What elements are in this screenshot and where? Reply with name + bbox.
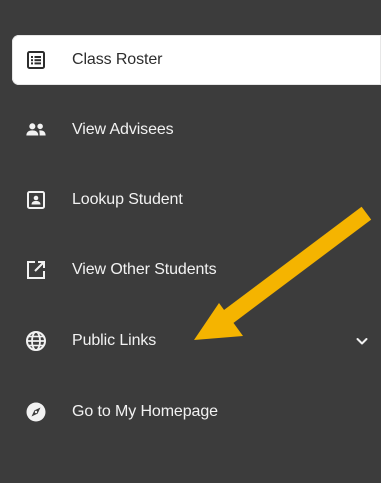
nav-item-label: View Advisees [72,121,174,138]
nav-item-label: Lookup Student [72,191,183,208]
people-icon [25,119,47,141]
id-card-icon [25,189,47,211]
nav-item-public-links[interactable]: Public Links [12,316,381,366]
nav-item-label: Go to My Homepage [72,403,218,420]
list-icon [25,49,47,71]
nav-item-view-advisees[interactable]: View Advisees [12,105,381,155]
nav-item-label: View Other Students [72,261,217,278]
compass-icon [25,401,47,423]
nav-item-lookup-student[interactable]: Lookup Student [12,175,381,225]
nav-item-go-to-my-homepage[interactable]: Go to My Homepage [12,387,381,437]
chevron-down-icon[interactable] [353,332,371,350]
globe-icon [25,330,47,352]
nav-item-label: Class Roster [72,51,163,68]
nav-item-view-other-students[interactable]: View Other Students [12,245,381,295]
sidebar-nav: Class Roster View Advisees Lookup Studen… [0,0,381,483]
external-link-icon [25,259,47,281]
nav-item-class-roster[interactable]: Class Roster [12,35,381,85]
nav-item-label: Public Links [72,332,157,349]
